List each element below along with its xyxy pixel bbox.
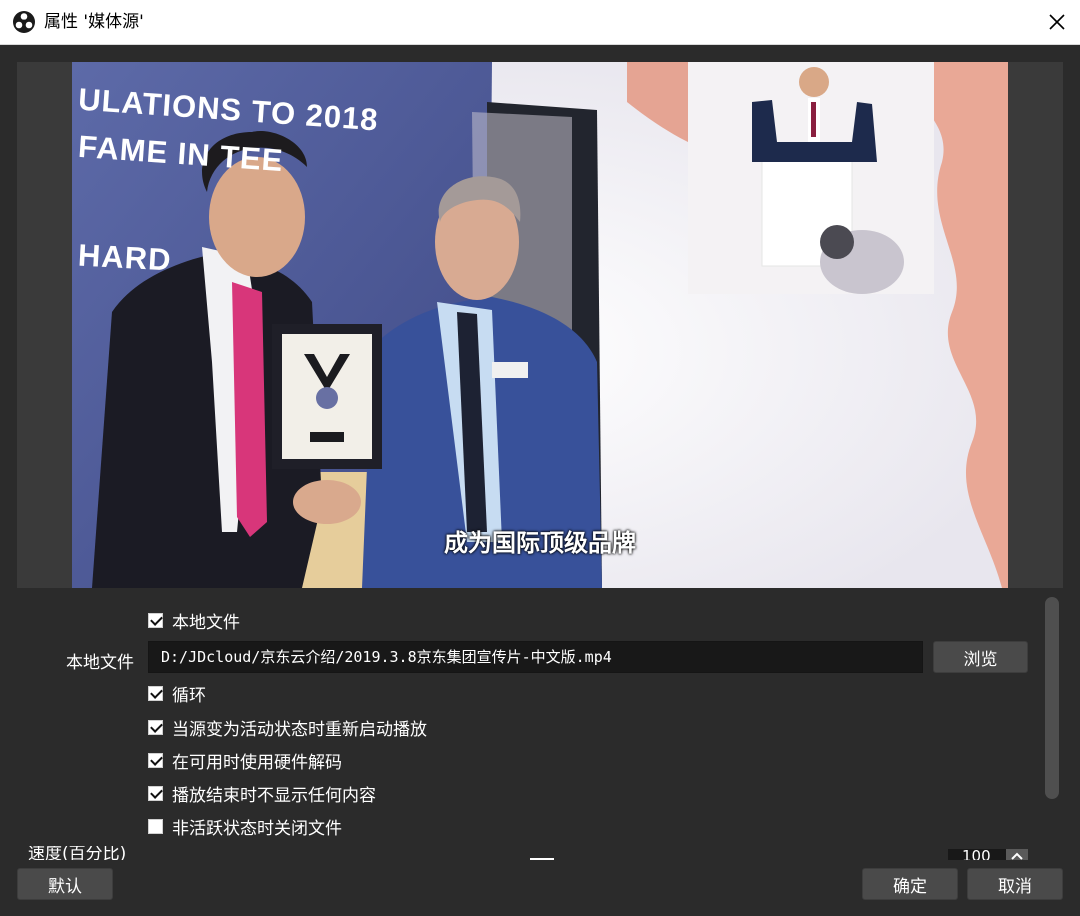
spin-up-button[interactable] — [1006, 849, 1028, 860]
close-icon — [1049, 14, 1065, 30]
hide-when-ended-checkbox[interactable]: 播放结束时不显示任何内容 — [148, 781, 376, 806]
window-title: 属性 '媒体源' — [44, 12, 144, 32]
local-file-checkbox[interactable]: 本地文件 — [148, 608, 240, 633]
browse-button[interactable]: 浏览 — [933, 641, 1028, 673]
video-preview: ULATIONS TO 2018 FAME IN TEE HARD 成为国际顶级… — [72, 62, 1008, 588]
speed-slider[interactable] — [530, 858, 554, 860]
local-file-label: 本地文件 — [66, 653, 134, 673]
loop-checkbox[interactable]: 循环 — [148, 681, 206, 706]
obs-logo-icon — [12, 10, 36, 34]
loop-checkbox-label: 循环 — [172, 685, 206, 706]
local-file-checkbox-label: 本地文件 — [172, 612, 240, 633]
checkbox-checked-icon — [148, 685, 163, 701]
hardware-decoding-label: 在可用时使用硬件解码 — [172, 752, 342, 773]
dialog-footer: 默认 确定 取消 — [0, 868, 1080, 916]
local-file-path-field[interactable]: D:/JDcloud/京东云介绍/2019.3.8京东集团宣传片-中文版.mp4 — [148, 641, 923, 673]
defaults-button[interactable]: 默认 — [17, 868, 113, 900]
banner-text-3: HARD — [77, 237, 173, 278]
checkbox-checked-icon — [148, 612, 163, 628]
dialog-body: ULATIONS TO 2018 FAME IN TEE HARD 成为国际顶级… — [0, 45, 1080, 916]
properties-panel: 本地文件 本地文件 D:/JDcloud/京东云介绍/2019.3.8京东集团宣… — [0, 597, 1040, 857]
speed-label: 速度(百分比) — [28, 846, 127, 860]
cancel-button[interactable]: 取消 — [967, 868, 1063, 900]
speed-spinbox[interactable]: 100 — [948, 849, 1010, 860]
close-when-inactive-label: 非活跃状态时关闭文件 — [172, 818, 342, 839]
restart-on-activate-checkbox[interactable]: 当源变为活动状态时重新启动播放 — [148, 715, 427, 740]
close-button[interactable] — [1034, 0, 1080, 44]
ok-button[interactable]: 确定 — [862, 868, 958, 900]
preview-area: ULATIONS TO 2018 FAME IN TEE HARD 成为国际顶级… — [17, 62, 1063, 588]
checkbox-checked-icon — [148, 785, 163, 801]
checkbox-unchecked-icon — [148, 818, 163, 834]
close-when-inactive-checkbox[interactable]: 非活跃状态时关闭文件 — [148, 814, 342, 839]
video-subtitle: 成为国际顶级品牌 — [444, 529, 636, 557]
speed-row: 速度(百分比) 100 — [0, 846, 1040, 860]
chevron-up-icon — [1011, 852, 1023, 860]
restart-on-activate-label: 当源变为活动状态时重新启动播放 — [172, 719, 427, 740]
hardware-decoding-checkbox[interactable]: 在可用时使用硬件解码 — [148, 748, 342, 773]
checkbox-checked-icon — [148, 719, 163, 735]
title-bar: 属性 '媒体源' — [0, 0, 1080, 45]
hide-when-ended-label: 播放结束时不显示任何内容 — [172, 785, 376, 806]
checkbox-checked-icon — [148, 752, 163, 768]
properties-scrollbar[interactable] — [1045, 597, 1059, 799]
scrollbar-thumb[interactable] — [1045, 597, 1059, 799]
